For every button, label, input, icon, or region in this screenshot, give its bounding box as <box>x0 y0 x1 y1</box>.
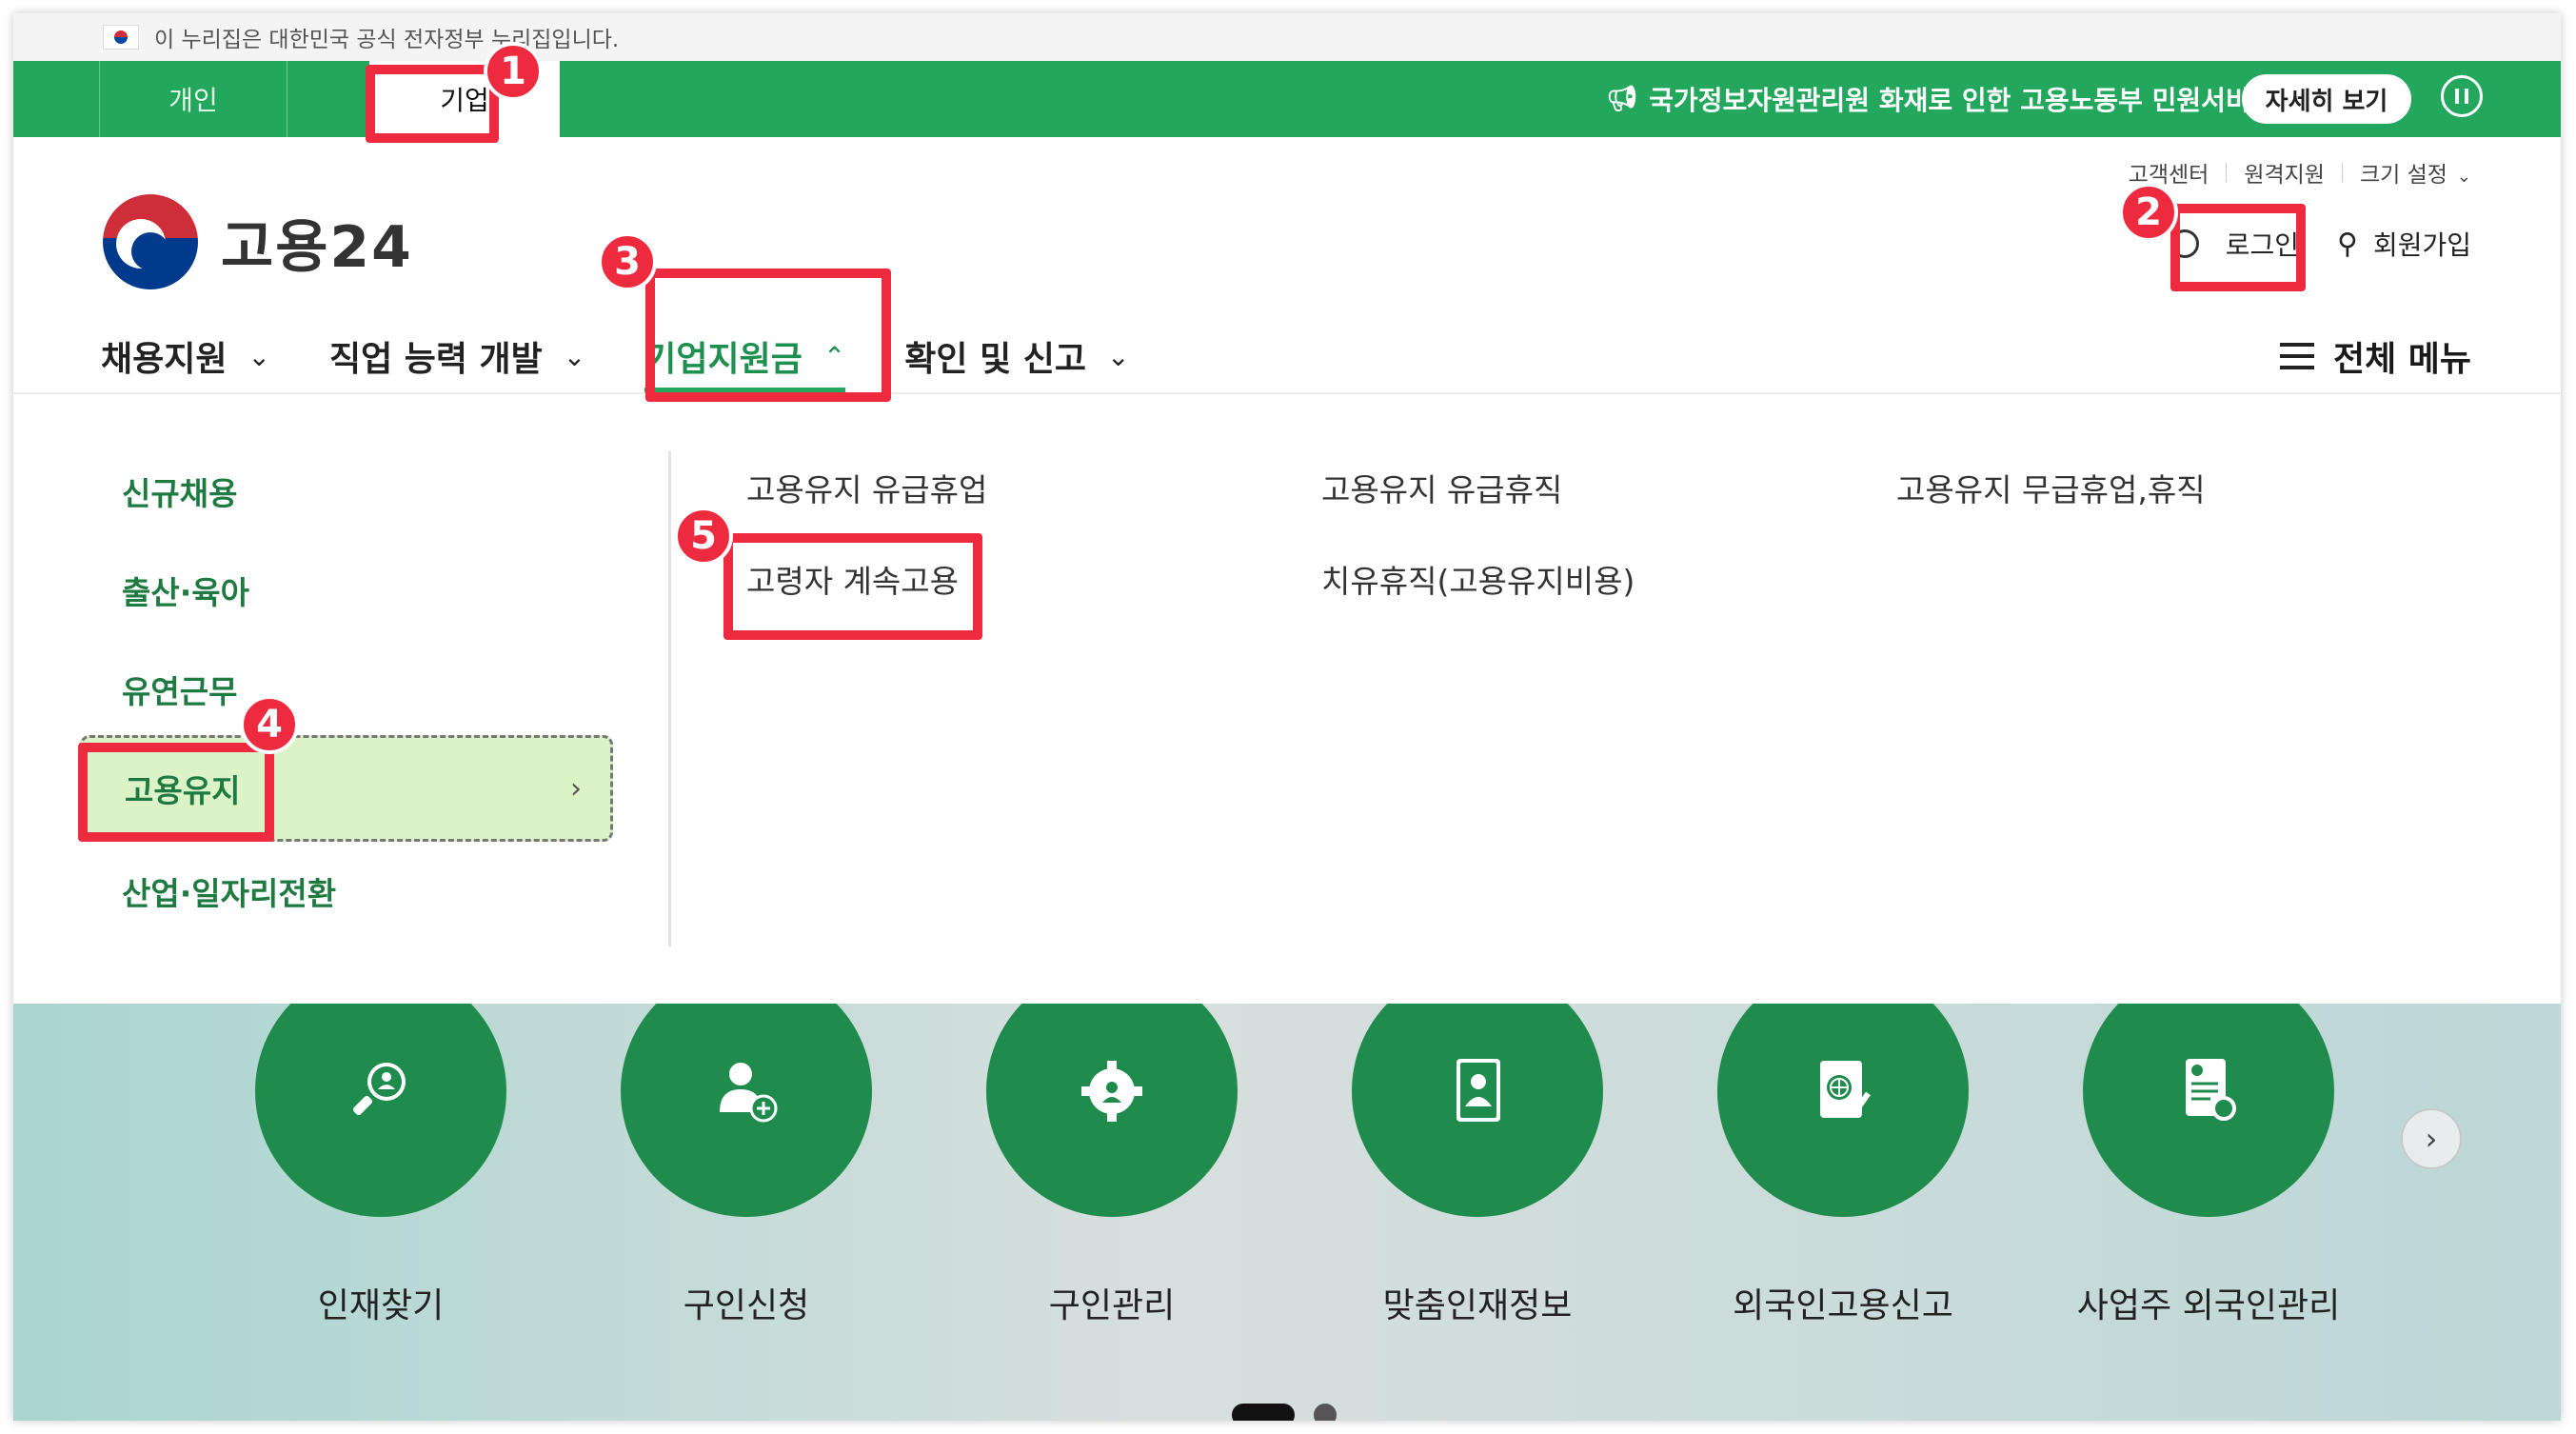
link-healing-leave[interactable]: 치유휴직(고용유지비용) <box>1321 552 1896 606</box>
service-label: 사업주 외국인관리 <box>2076 1286 2341 1325</box>
submenu-flexible-work[interactable]: 유연근무 <box>80 640 613 739</box>
hamburger-icon <box>2279 343 2314 369</box>
more-button[interactable]: 자세히 보기 <box>2242 74 2411 124</box>
chevron-right-icon: › <box>570 771 582 806</box>
document-gear-icon <box>2186 1059 2236 1121</box>
megaphone-icon: 📢︎ <box>1606 85 1638 113</box>
submenu-employment-retention[interactable]: 고용유지 › <box>80 735 613 842</box>
remote-support-link[interactable]: 원격지원 <box>2244 156 2325 189</box>
service-custom-talent[interactable]: 맞춤인재정보 <box>1297 1004 1658 1327</box>
top-green-bar: 개인 기업 📢︎ 국가정보자원관리원 화재로 인한 고용노동부 민원서비스 이용… <box>13 61 2561 137</box>
nav-label: 기업지원금 <box>644 340 803 379</box>
chevron-down-icon: ⌄ <box>563 340 586 372</box>
service-label: 인재찾기 <box>317 1286 445 1325</box>
pagination-dot[interactable] <box>1314 1404 1337 1421</box>
chevron-down-icon: ⌄ <box>1106 340 1130 372</box>
user-add-icon: ⚲ <box>2336 227 2358 261</box>
nav-business-subsidy[interactable]: 기업지원금 ⌃ <box>644 320 846 392</box>
divider <box>668 451 671 946</box>
chevron-down-icon: ⌄ <box>2456 167 2471 187</box>
step-badge: 3 <box>598 232 657 291</box>
service-circle <box>1352 1004 1603 1217</box>
service-job-posting[interactable]: 구인신청 <box>565 1004 927 1327</box>
service-label: 맞춤인재정보 <box>1382 1286 1573 1325</box>
service-circle <box>2083 1004 2334 1217</box>
submenu-childbirth[interactable]: 출산·육아 <box>80 541 613 640</box>
site-logo[interactable]: 고용24 <box>103 194 413 289</box>
nav-label: 확인 및 신고 <box>904 340 1086 379</box>
all-menu-label: 전체 메뉴 <box>2332 340 2471 379</box>
browser-page: 이 누리집은 대한민국 공식 전자정부 누리집입니다. 개인 기업 📢︎ 국가정… <box>13 13 2561 1421</box>
service-carousel: 인재찾기 구인신청 구인관리 맞춤인재정보 외국인고용신고 사업주 외국인관리 … <box>13 1004 2561 1421</box>
person-add-icon <box>720 1063 778 1123</box>
utility-links: 고객센터 원격지원 크기 설정 ⌄ <box>2129 156 2471 189</box>
tab-personal[interactable]: 개인 <box>99 61 287 137</box>
chevron-up-icon: ⌃ <box>822 340 846 372</box>
pause-icon[interactable] <box>2441 75 2483 117</box>
step-badge: 2 <box>2119 183 2178 242</box>
service-label: 구인관리 <box>1048 1286 1176 1325</box>
pagination-dot-active[interactable] <box>1232 1404 1295 1421</box>
divider <box>2341 163 2343 182</box>
korea-flag-icon <box>103 25 139 50</box>
carousel-next-button[interactable]: › <box>2401 1108 2462 1169</box>
id-card-icon <box>1456 1059 1500 1122</box>
nav-skill-development[interactable]: 직업 능력 개발 ⌄ <box>329 320 585 392</box>
signup-link[interactable]: 회원가입 <box>2373 225 2471 263</box>
chevron-right-icon: › <box>2425 1121 2438 1157</box>
step-badge: 4 <box>240 695 299 754</box>
gov-notice-bar: 이 누리집은 대한민국 공식 전자정부 누리집입니다. <box>13 13 2561 61</box>
service-job-management[interactable]: 구인관리 <box>931 1004 1293 1327</box>
service-circle <box>1717 1004 1969 1217</box>
link-senior-continued-employment[interactable]: 고령자 계속고용 <box>746 552 1321 606</box>
nav-recruit-support[interactable]: 채용지원 ⌄ <box>101 320 270 392</box>
font-size-setting[interactable]: 크기 설정 ⌄ <box>2360 156 2471 189</box>
mega-menu-panel: 신규채용 출산·육아 유연근무 고용유지 › 산업·일자리전환 고용유지 유급휴… <box>13 394 2561 1005</box>
nav-label: 채용지원 <box>101 340 228 379</box>
step-badge: 5 <box>674 507 733 566</box>
submenu-links: 고용유지 유급휴업 고용유지 유급휴직 고용유지 무급휴업,휴직 고령자 계속고… <box>746 461 2536 606</box>
font-size-label: 크기 설정 <box>2359 163 2447 188</box>
submenu-label: 고용유지 <box>125 772 241 809</box>
divider <box>2226 163 2228 182</box>
gear-person-icon <box>1081 1061 1142 1122</box>
service-talent-search[interactable]: 인재찾기 <box>200 1004 562 1327</box>
service-foreign-employment-report[interactable]: 외국인고용신고 <box>1662 1004 2024 1327</box>
link-unpaid-leave[interactable]: 고용유지 무급휴업,휴직 <box>1896 461 2471 514</box>
link-paid-leave-business[interactable]: 고용유지 유급휴업 <box>746 461 1321 514</box>
service-label: 외국인고용신고 <box>1733 1286 1953 1325</box>
logo-text: 고용24 <box>221 213 413 281</box>
nav-label: 직업 능력 개발 <box>328 340 543 379</box>
account-links: 로그인 ⚲ 회원가입 <box>2170 225 2471 263</box>
all-menu-button[interactable]: 전체 메뉴 <box>2279 320 2471 392</box>
link-paid-leave-employee[interactable]: 고용유지 유급휴직 <box>1321 461 1896 514</box>
taegeuk-logo-icon <box>103 194 198 289</box>
submenu-new-hire[interactable]: 신규채용 <box>80 442 613 541</box>
gov-notice-text: 이 누리집은 대한민국 공식 전자정부 누리집입니다. <box>154 28 620 52</box>
service-employer-foreign-management[interactable]: 사업주 외국인관리 <box>2028 1004 2389 1327</box>
document-globe-icon <box>1820 1061 1871 1118</box>
magnifier-person-icon <box>352 1063 406 1116</box>
service-label: 구인신청 <box>683 1286 810 1325</box>
login-link[interactable]: 로그인 <box>2226 225 2299 263</box>
step-badge: 1 <box>484 42 543 101</box>
power-icon <box>2170 229 2199 258</box>
main-nav: 채용지원 ⌄ 직업 능력 개발 ⌄ 기업지원금 ⌃ 확인 및 신고 ⌄ <box>101 320 1188 392</box>
service-circle <box>255 1004 506 1217</box>
chevron-down-icon: ⌄ <box>248 340 270 372</box>
service-circle <box>986 1004 1238 1217</box>
submenu-list: 신규채용 출산·육아 유연근무 고용유지 › 산업·일자리전환 <box>80 442 613 941</box>
submenu-industry-transition[interactable]: 산업·일자리전환 <box>80 842 613 941</box>
service-circle <box>621 1004 872 1217</box>
nav-confirm-report[interactable]: 확인 및 신고 ⌄ <box>904 320 1129 392</box>
carousel-pagination <box>1232 1404 1337 1421</box>
